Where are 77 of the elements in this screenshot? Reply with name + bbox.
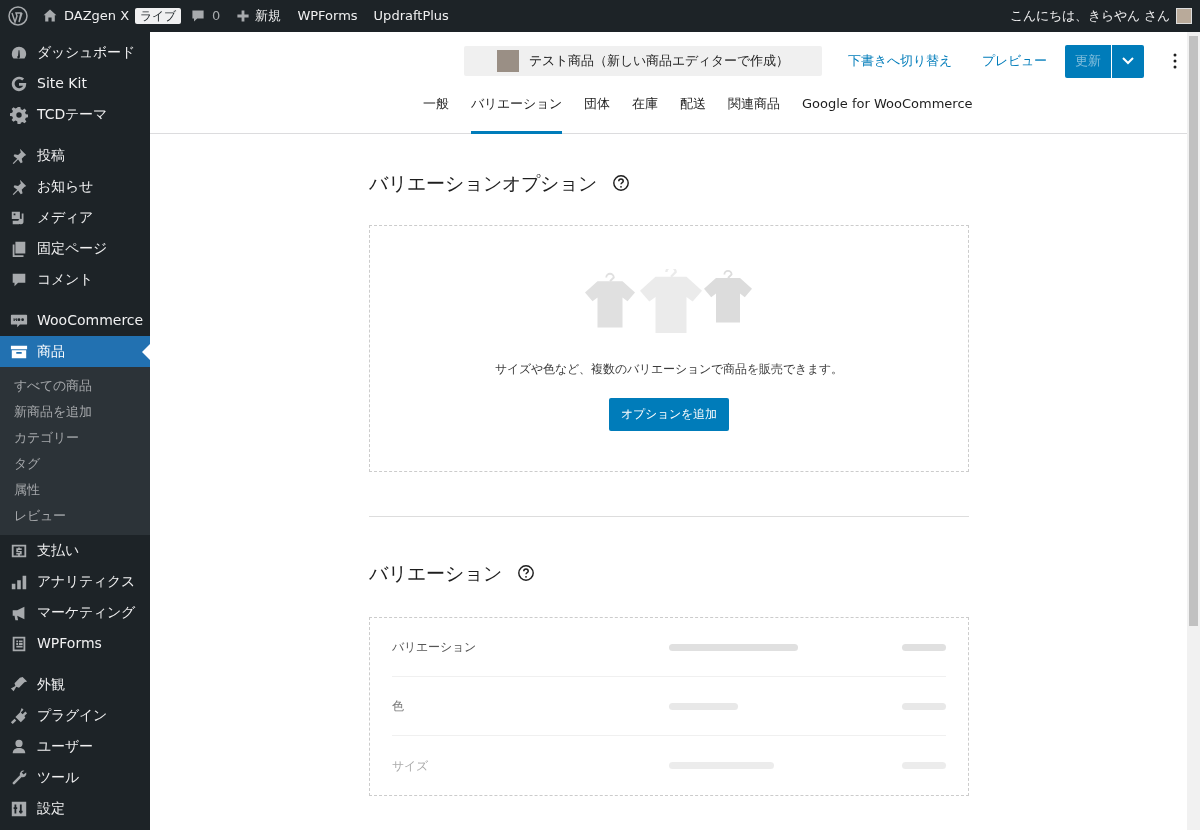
empty-state-message: サイズや色など、複数のバリエーションで商品を販売できます。	[494, 360, 843, 378]
site-name-link[interactable]: DAZgen X	[42, 6, 130, 26]
photo-placeholder	[497, 50, 520, 72]
help-icon	[611, 174, 630, 193]
admin-bar-link[interactable]: UpdraftPlus	[373, 6, 449, 26]
submenu-item[interactable]: 属性	[0, 477, 150, 503]
avatar-placeholder	[1176, 8, 1192, 24]
comments-link[interactable]: 0	[190, 6, 221, 26]
sidebar-item[interactable]: TCDテーマ	[0, 99, 150, 130]
help-icon	[516, 563, 535, 582]
sidebar-item[interactable]: 固定ページ	[0, 233, 150, 264]
sidebar-item[interactable]: コメント	[0, 264, 150, 295]
sidebar-item[interactable]: 設定	[0, 793, 150, 824]
submenu-item[interactable]: カテゴリー	[0, 425, 150, 451]
new-label: 新規	[255, 7, 282, 26]
g-logo-icon	[10, 74, 28, 93]
sidebar-item[interactable]: マーケティング	[0, 597, 150, 628]
tab[interactable]: 配送	[680, 88, 706, 134]
sidebar-item[interactable]: 投稿	[0, 140, 150, 171]
submenu-item[interactable]: タグ	[0, 451, 150, 477]
tab[interactable]: バリエーション	[471, 88, 562, 134]
user-icon	[10, 737, 28, 756]
row-label: バリエーション	[391, 639, 477, 656]
live-badge: ライブ	[135, 8, 182, 24]
wordpress-logo-icon	[8, 6, 28, 26]
product-title: テスト商品（新しい商品エディターで作成）	[529, 52, 790, 71]
section-heading: バリエーションオプション	[368, 171, 597, 196]
sidebar-item[interactable]: WPForms	[0, 628, 150, 659]
sidebar-item[interactable]: アナリティクス	[0, 566, 150, 597]
greeting-link[interactable]: こんにちは、きらやん さん	[1009, 6, 1170, 26]
chevron-down-icon	[1121, 57, 1134, 65]
tab[interactable]: Google for WooCommerce	[802, 88, 973, 134]
sidebar-item[interactable]: ユーザー	[0, 731, 150, 762]
comment-icon	[190, 8, 207, 24]
sidebar-item[interactable]: 商品	[0, 336, 150, 367]
sidebar-item[interactable]: ダッシュボード	[0, 37, 150, 68]
sidebar-item[interactable]: お知らせ	[0, 171, 150, 202]
tab[interactable]: 関連商品	[728, 88, 780, 134]
wrench-icon	[10, 768, 28, 787]
tab[interactable]: 一般	[423, 88, 449, 134]
plug-icon	[10, 706, 28, 725]
pin-icon	[10, 146, 28, 165]
admin-bar-link[interactable]: WPForms	[297, 6, 358, 26]
form-icon	[10, 634, 28, 653]
comment-count: 0	[212, 7, 221, 26]
sidebar-item[interactable]: ツール	[0, 762, 150, 793]
home-icon	[42, 8, 58, 24]
row-label: 色	[391, 698, 405, 715]
new-content-link[interactable]: 新規	[236, 6, 282, 26]
plus-icon	[236, 9, 251, 23]
tab[interactable]: 在庫	[632, 88, 658, 134]
brush-icon	[10, 675, 28, 694]
help-button[interactable]	[515, 562, 536, 583]
submenu-item[interactable]: すべての商品	[0, 373, 150, 399]
tab[interactable]: 団体	[584, 88, 610, 134]
section-heading: バリエーション	[368, 560, 502, 586]
gear-icon	[10, 105, 28, 124]
submenu-item[interactable]: 新商品を追加	[0, 399, 150, 425]
sidebar-item[interactable]: 外観	[0, 669, 150, 700]
preview-link[interactable]: プレビュー	[982, 51, 1048, 71]
row-label: サイズ	[391, 757, 429, 775]
sidebar-item[interactable]: 支払い	[0, 535, 150, 566]
pages-icon	[10, 239, 28, 258]
sidebar-item[interactable]: WooCommerce	[0, 305, 150, 336]
dropdown-button[interactable]	[1111, 44, 1144, 78]
help-button[interactable]	[610, 173, 631, 194]
add-option-button[interactable]: オプションを追加	[608, 397, 729, 431]
switch-to-draft-link[interactable]: 下書きへ切り替え	[848, 51, 953, 71]
skeleton-bar	[901, 643, 946, 651]
sidebar-item[interactable]: Site Kit	[0, 68, 150, 99]
settings-icon	[10, 799, 28, 818]
sidebar-item[interactable]: プラグイン	[0, 700, 150, 731]
submenu-item[interactable]: レビュー	[0, 503, 150, 529]
pin-icon	[10, 177, 28, 196]
more-options-icon	[1173, 53, 1178, 69]
site-name: DAZgen X	[64, 7, 130, 26]
sidebar-item[interactable]: メディア	[0, 202, 150, 233]
